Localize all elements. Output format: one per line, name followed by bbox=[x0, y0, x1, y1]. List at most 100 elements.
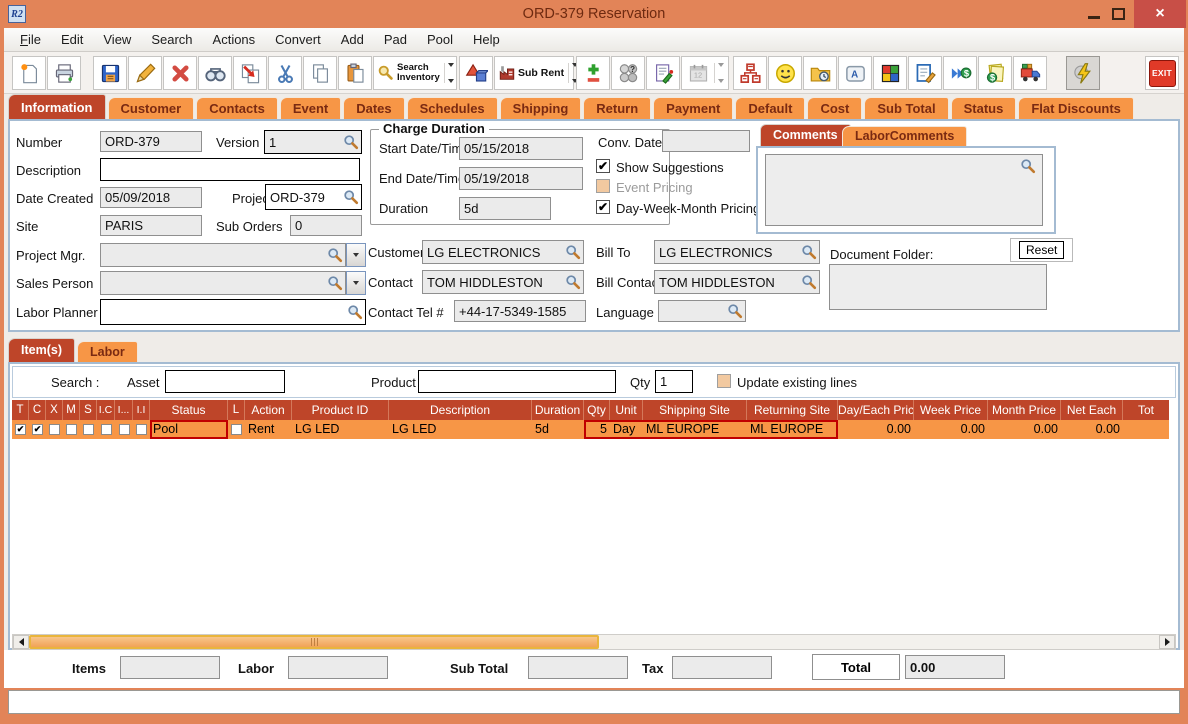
project-mgr-search-icon[interactable] bbox=[327, 247, 343, 263]
add-line-button[interactable] bbox=[576, 56, 610, 90]
minimize-icon[interactable] bbox=[1088, 16, 1100, 19]
cell-t[interactable]: ✔ bbox=[12, 420, 29, 439]
cell-returning-site[interactable]: ML EUROPE bbox=[747, 420, 838, 439]
tab-default[interactable]: Default bbox=[735, 97, 806, 119]
col-qty[interactable]: Qty bbox=[584, 400, 610, 420]
copy-button[interactable] bbox=[303, 56, 337, 90]
cell-net-each[interactable]: 0.00 bbox=[1061, 420, 1123, 439]
sub-rent-button[interactable]: Sub Rent bbox=[494, 56, 579, 90]
contact-tel-field[interactable]: +44-17-5349-1585 bbox=[454, 300, 586, 322]
show-suggestions-checkbox[interactable]: ✔ bbox=[596, 159, 610, 173]
menu-pool[interactable]: Pool bbox=[417, 29, 463, 50]
project-field[interactable]: ORD-379 bbox=[265, 184, 362, 210]
col-s[interactable]: S bbox=[80, 400, 97, 420]
menu-actions[interactable]: Actions bbox=[203, 29, 266, 50]
cell-unit[interactable]: Day bbox=[610, 420, 643, 439]
col-product-id[interactable]: Product ID bbox=[292, 400, 389, 420]
date-created-field[interactable]: 05/09/2018 bbox=[100, 187, 202, 208]
cell-idots[interactable] bbox=[115, 420, 133, 439]
menu-view[interactable]: View bbox=[93, 29, 141, 50]
tab-status[interactable]: Status bbox=[950, 97, 1017, 119]
new-document-button[interactable] bbox=[12, 56, 46, 90]
cell-m[interactable] bbox=[63, 420, 80, 439]
col-description[interactable]: Description bbox=[389, 400, 532, 420]
col-c[interactable]: C bbox=[29, 400, 46, 420]
tab-sub-total[interactable]: Sub Total bbox=[864, 97, 949, 119]
scroll-left-icon[interactable] bbox=[13, 635, 29, 649]
cell-x[interactable] bbox=[46, 420, 63, 439]
language-field[interactable] bbox=[658, 300, 746, 322]
edit-notes-button[interactable] bbox=[908, 56, 942, 90]
conv-date-field[interactable] bbox=[662, 130, 750, 152]
tab-schedules[interactable]: Schedules bbox=[406, 97, 498, 119]
col-idots[interactable]: I... bbox=[115, 400, 133, 420]
shipping-truck-button[interactable] bbox=[1013, 56, 1047, 90]
cell-shipping-site[interactable]: ML EUROPE bbox=[643, 420, 747, 439]
cell-s[interactable] bbox=[80, 420, 97, 439]
menu-pad[interactable]: Pad bbox=[374, 29, 417, 50]
duration-field[interactable]: 5d bbox=[459, 197, 551, 220]
comments-search-icon[interactable] bbox=[1020, 158, 1036, 174]
cell-description[interactable]: LG LED bbox=[389, 420, 532, 439]
comments-textarea[interactable] bbox=[765, 154, 1043, 226]
save-button[interactable] bbox=[93, 56, 127, 90]
col-status[interactable]: Status bbox=[150, 400, 228, 420]
dwm-pricing-checkbox[interactable]: ✔ bbox=[596, 200, 610, 214]
project-mgr-field[interactable] bbox=[100, 243, 346, 267]
col-day-each-price[interactable]: Day/Each Price bbox=[838, 400, 914, 420]
horizontal-scrollbar[interactable] bbox=[12, 634, 1176, 650]
menu-help[interactable]: Help bbox=[463, 29, 510, 50]
col-l[interactable]: L bbox=[228, 400, 245, 420]
cell-week-price[interactable]: 0.00 bbox=[914, 420, 988, 439]
scrollbar-thumb[interactable] bbox=[29, 635, 599, 649]
reset-button[interactable]: Reset bbox=[1019, 241, 1065, 259]
quick-action-button[interactable] bbox=[1066, 56, 1100, 90]
pool-items-button[interactable]: ? bbox=[611, 56, 645, 90]
close-button[interactable]: × bbox=[1134, 0, 1186, 28]
item-row[interactable]: ✔ ✔ Pool Rent LG LED LG LED 5d 5 Day ML … bbox=[12, 420, 1169, 439]
calendar-dropdown-icon[interactable] bbox=[713, 63, 724, 83]
col-ii[interactable]: I.I bbox=[133, 400, 150, 420]
tab-contacts[interactable]: Contacts bbox=[196, 97, 278, 119]
customer-smiley-button[interactable] bbox=[768, 56, 802, 90]
col-week-price[interactable]: Week Price bbox=[914, 400, 988, 420]
tab-information[interactable]: Information bbox=[8, 94, 106, 119]
site-hierarchy-button[interactable] bbox=[733, 56, 767, 90]
col-t[interactable]: T bbox=[12, 400, 29, 420]
cell-c[interactable]: ✔ bbox=[29, 420, 46, 439]
notes-button[interactable] bbox=[646, 56, 680, 90]
customer-field[interactable]: LG ELECTRONICS bbox=[422, 240, 584, 264]
cell-day-each-price[interactable]: 0.00 bbox=[838, 420, 914, 439]
tab-payment[interactable]: Payment bbox=[653, 97, 734, 119]
sales-person-dropdown-button[interactable] bbox=[346, 271, 366, 295]
number-field[interactable]: ORD-379 bbox=[100, 131, 202, 152]
bill-contact-search-icon[interactable] bbox=[801, 274, 817, 290]
cell-month-price[interactable]: 0.00 bbox=[988, 420, 1061, 439]
sales-person-field[interactable] bbox=[100, 271, 346, 295]
col-returning-site[interactable]: Returning Site bbox=[747, 400, 838, 420]
language-search-icon[interactable] bbox=[727, 303, 743, 319]
sales-person-search-icon[interactable] bbox=[327, 275, 343, 291]
delete-button[interactable] bbox=[163, 56, 197, 90]
tab-event[interactable]: Event bbox=[279, 97, 342, 119]
cell-product-id[interactable]: LG LED bbox=[292, 420, 389, 439]
billing-notes-button[interactable]: $ bbox=[978, 56, 1012, 90]
calendar-button[interactable]: 12 bbox=[681, 56, 729, 90]
project-search-icon[interactable] bbox=[343, 189, 359, 205]
product-input[interactable] bbox=[418, 370, 616, 393]
shortcut-key-button[interactable]: A bbox=[838, 56, 872, 90]
site-field[interactable]: PARIS bbox=[100, 215, 202, 236]
cell-l[interactable] bbox=[228, 420, 245, 439]
cell-ii[interactable] bbox=[133, 420, 150, 439]
tab-labor-comments[interactable]: LaborComments bbox=[842, 126, 968, 146]
menu-edit[interactable]: Edit bbox=[51, 29, 93, 50]
search-inventory-dropdown-icon[interactable] bbox=[443, 63, 454, 83]
version-search-icon[interactable] bbox=[343, 134, 359, 150]
col-duration[interactable]: Duration bbox=[532, 400, 584, 420]
col-month-price[interactable]: Month Price bbox=[988, 400, 1061, 420]
transfer-button[interactable] bbox=[233, 56, 267, 90]
col-net-each[interactable]: Net Each bbox=[1061, 400, 1123, 420]
col-ic[interactable]: I.C bbox=[97, 400, 115, 420]
contact-search-icon[interactable] bbox=[565, 274, 581, 290]
edit-button[interactable] bbox=[128, 56, 162, 90]
